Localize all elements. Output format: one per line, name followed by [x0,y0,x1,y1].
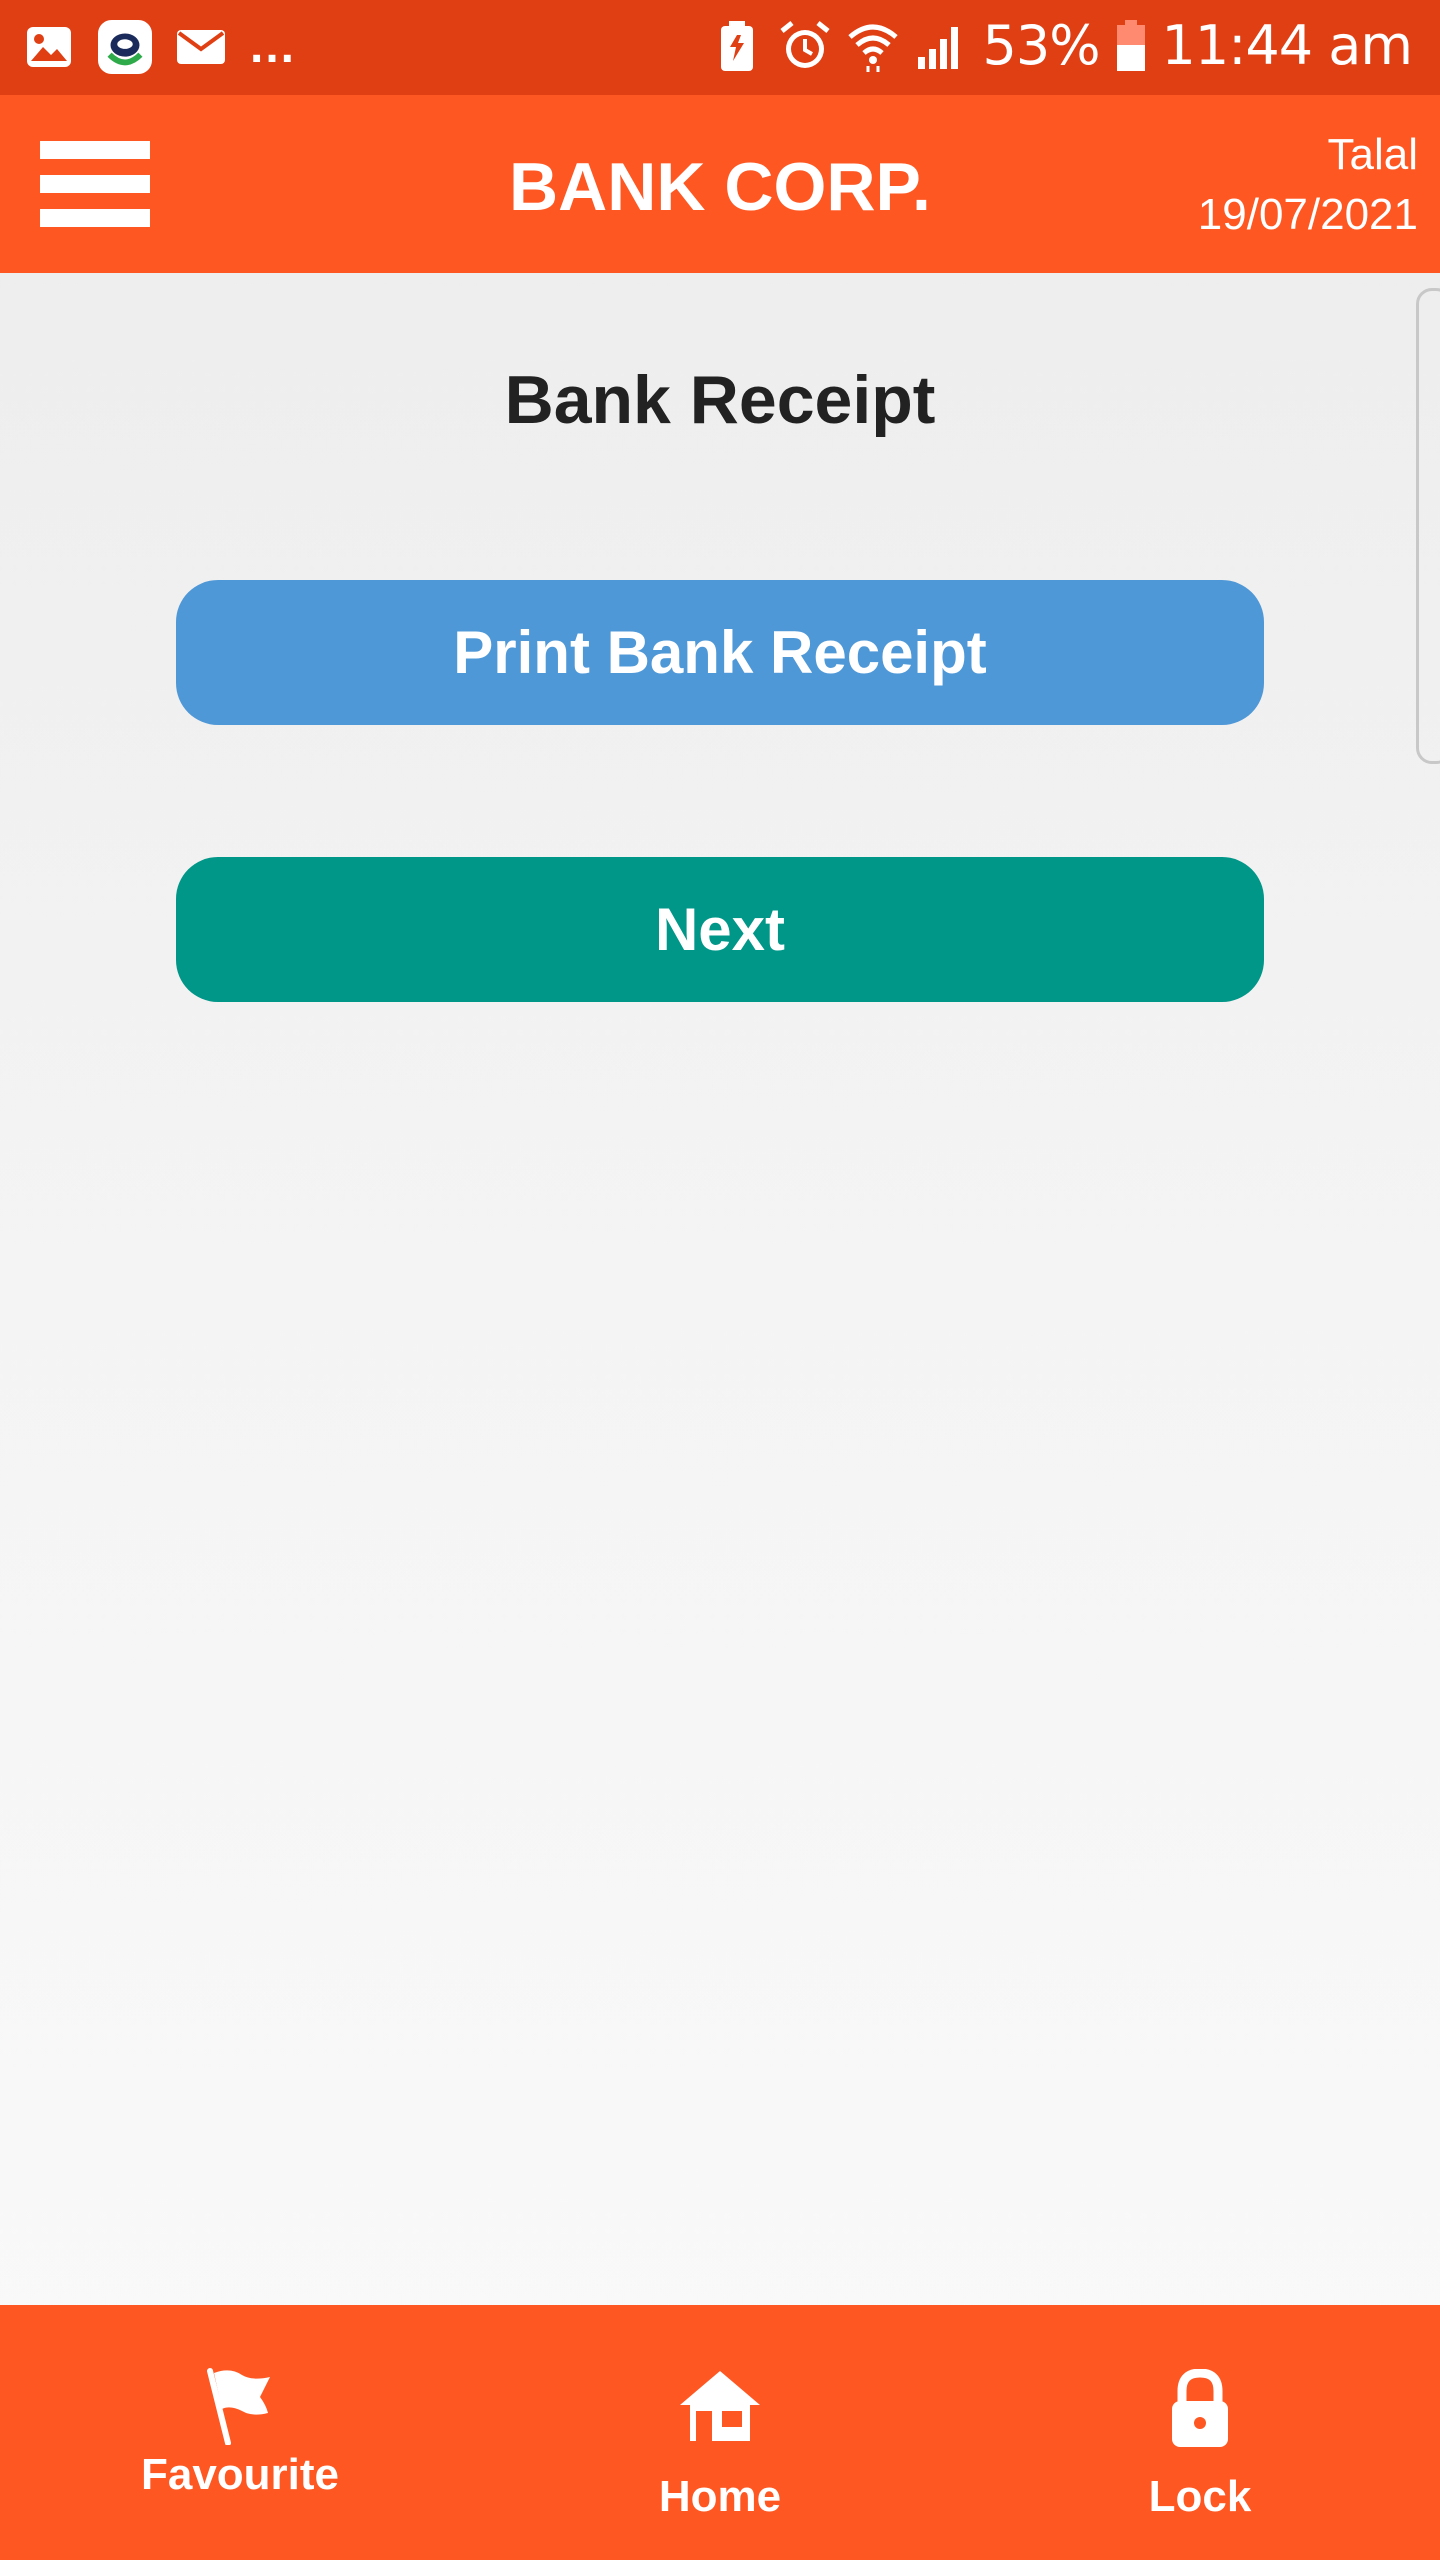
wifi-icon [846,19,900,73]
nav-label-lock: Lock [1148,2472,1252,2521]
battery-percent: 53% [982,14,1100,77]
nav-item-home[interactable]: Home [570,2305,870,2560]
status-bar: ... 53% 11:44 am [0,0,1440,95]
print-bank-receipt-button[interactable]: Print Bank Receipt [176,580,1264,725]
lock-icon [1050,2369,1350,2449]
next-button[interactable]: Next [176,857,1264,1002]
status-left-group: ... [22,20,296,74]
signal-icon [914,19,968,73]
home-icon [570,2367,870,2443]
battery-saver-icon [710,19,764,73]
bottom-nav: Favourite Home Lock [0,2305,1440,2560]
app-icon [98,20,152,74]
nav-item-favourite[interactable]: Favourite [90,2305,390,2560]
page-title: Bank Receipt [504,362,936,438]
status-right-group: 53% 11:44 am [710,14,1413,78]
nav-label-favourite: Favourite [140,2450,340,2499]
flag-icon [90,2365,390,2445]
alarm-icon [778,19,832,73]
more-notifications-indicator: ... [250,20,297,73]
clock: 11:44 am [1161,14,1413,77]
battery-icon [1114,19,1148,73]
user-info: Talal 19/07/2021 [1198,125,1418,245]
user-name: Talal [1327,130,1419,179]
current-date: 19/07/2021 [1197,190,1418,239]
mail-icon [174,20,228,74]
app-header: BANK CORP. Talal 19/07/2021 [0,95,1440,273]
gallery-icon [22,20,76,74]
nav-item-lock[interactable]: Lock [1050,2305,1350,2560]
nav-label-home: Home [658,2472,782,2521]
